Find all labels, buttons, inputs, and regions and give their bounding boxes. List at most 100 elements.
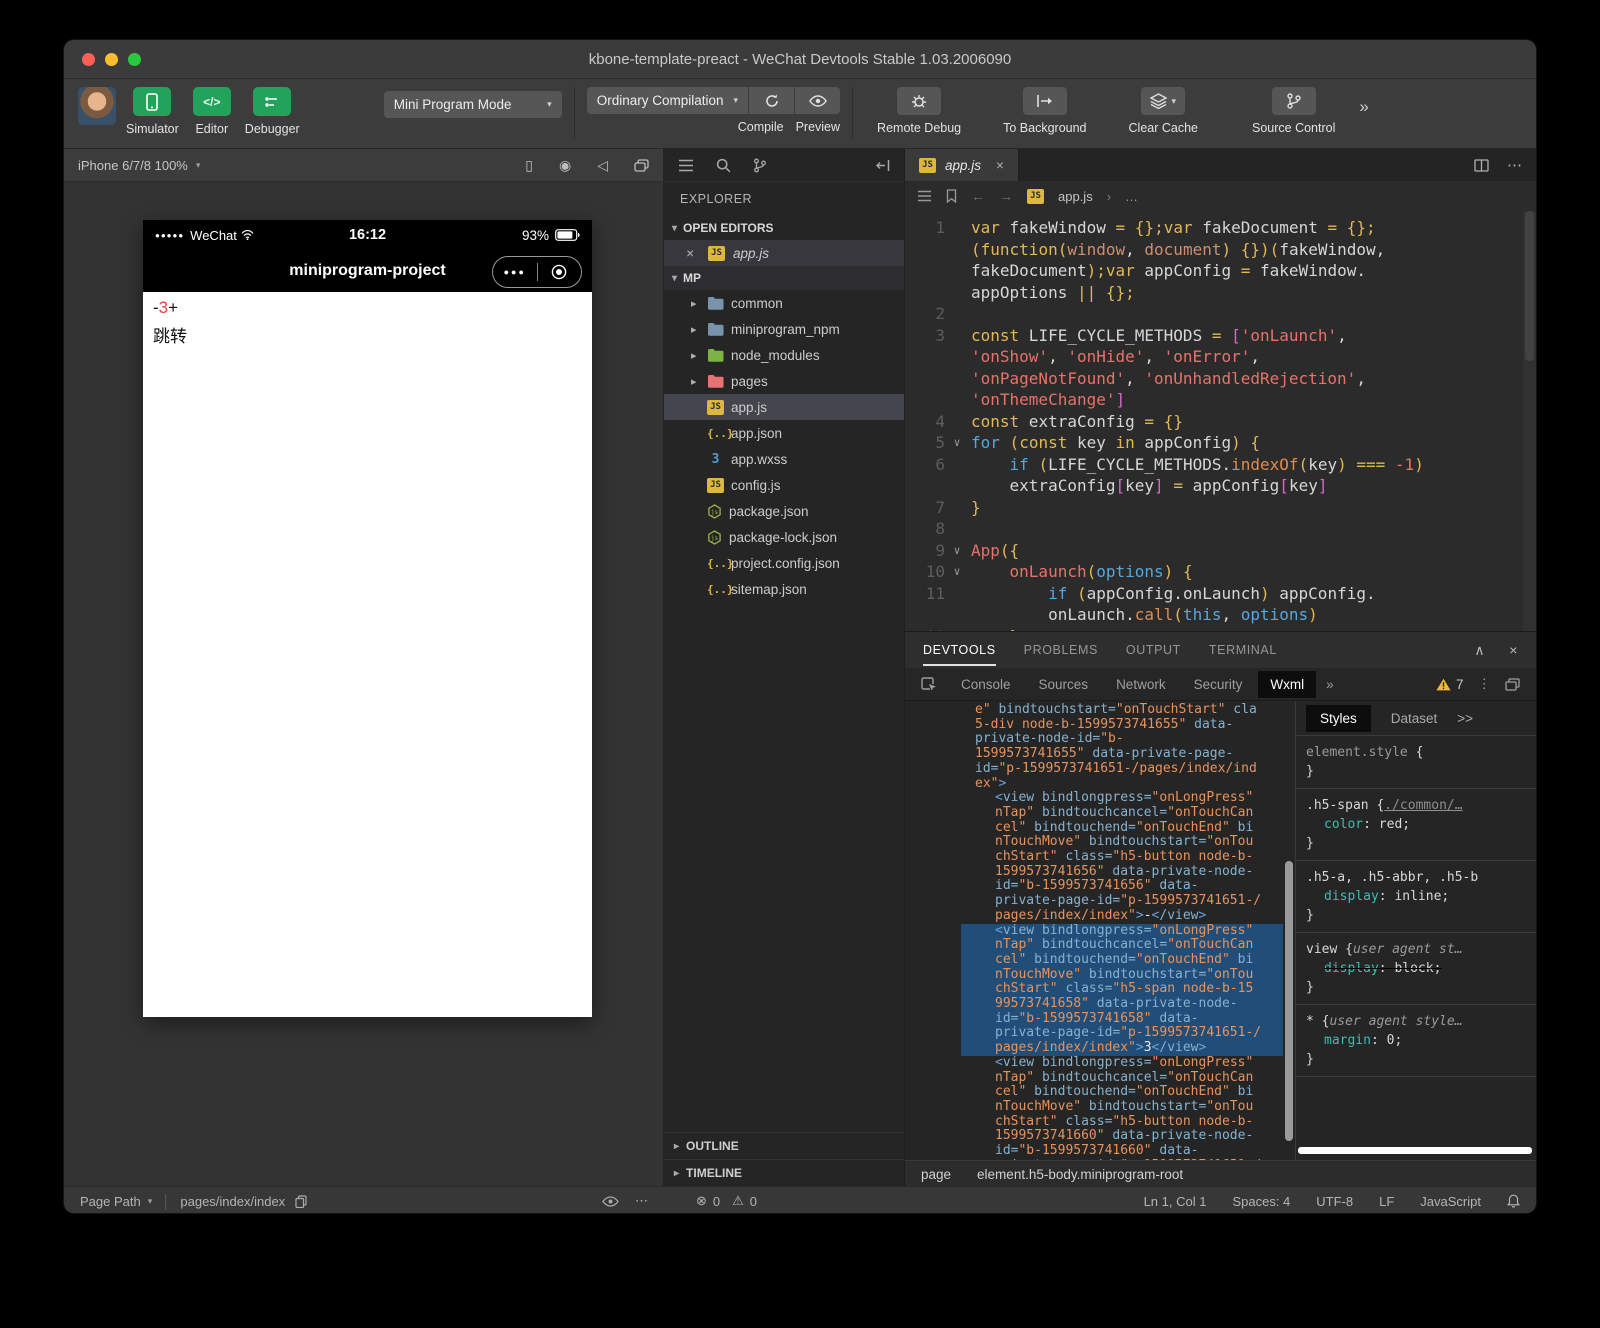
counter-plus-button[interactable]: + <box>168 298 178 317</box>
tree-item-package-lock.json[interactable]: jspackage-lock.json <box>664 524 904 550</box>
page-path-dropdown[interactable]: Page Path ▾ <box>80 1194 152 1209</box>
tree-item-sitemap.json[interactable]: {..}sitemap.json <box>664 576 904 602</box>
exit-miniprogram-button[interactable] <box>538 264 582 280</box>
rotate-device-icon[interactable]: ▯ <box>525 157 533 174</box>
chrome-tab-console[interactable]: Console <box>949 671 1023 698</box>
tree-item-pages[interactable]: ▸pages <box>664 368 904 394</box>
styles-tab-dataset[interactable]: Dataset <box>1391 711 1438 726</box>
tree-item-miniprogram_npm[interactable]: ▸miniprogram_npm <box>664 316 904 342</box>
eye-icon[interactable] <box>602 1196 619 1207</box>
outline-list-icon[interactable] <box>917 190 932 202</box>
nav-forward-icon[interactable]: → <box>999 188 1013 204</box>
collapse-panel-icon[interactable]: ∧ <box>1474 642 1485 659</box>
tab-app-js[interactable]: JS app.js × <box>905 149 1019 181</box>
fold-icon[interactable]: ∨ <box>945 540 969 562</box>
chrome-tab-sources[interactable]: Sources <box>1027 671 1101 698</box>
chrome-tab-network[interactable]: Network <box>1104 671 1178 698</box>
styles-tab-styles[interactable]: Styles <box>1306 705 1371 732</box>
bookmark-icon[interactable] <box>946 189 957 203</box>
record-icon[interactable]: ◉ <box>559 157 571 174</box>
fold-icon[interactable]: ∨ <box>945 432 969 454</box>
tree-item-app.js[interactable]: JSapp.js <box>664 394 904 420</box>
tree-item-app.json[interactable]: {..}app.json <box>664 420 904 446</box>
to-background-button[interactable]: To Background <box>1003 87 1086 135</box>
remote-debug-button[interactable]: Remote Debug <box>877 87 961 135</box>
close-panel-icon[interactable]: × <box>1509 642 1518 659</box>
editor-button[interactable]: </> Editor <box>193 87 231 136</box>
search-icon[interactable] <box>716 158 731 173</box>
wxml-node[interactable]: e" bindtouchstart="onTouchStart" cla5-di… <box>961 703 1283 791</box>
open-editor-item[interactable]: × JS app.js <box>664 240 904 266</box>
close-icon[interactable]: × <box>686 246 700 261</box>
mode-dropdown[interactable]: Mini Program Mode ▾ <box>384 91 562 118</box>
close-tab-icon[interactable]: × <box>996 158 1004 173</box>
language-mode[interactable]: JavaScript <box>1420 1194 1481 1209</box>
cursor-position[interactable]: Ln 1, Col 1 <box>1144 1194 1207 1209</box>
statusbar-more-icon[interactable]: ⋯ <box>635 1193 648 1209</box>
wxml-node[interactable]: <view bindlongpress="onLongPress"nTap" b… <box>961 1056 1283 1160</box>
copy-path-icon[interactable] <box>295 1195 307 1208</box>
style-property[interactable]: display: block; <box>1306 959 1526 978</box>
notifications-bell-icon[interactable] <box>1507 1194 1520 1208</box>
outline-section[interactable]: ▸ OUTLINE <box>664 1132 904 1159</box>
style-rule[interactable]: element.style {} <box>1296 736 1536 789</box>
compilation-mode-dropdown[interactable]: Ordinary Compilation ▾ <box>587 87 748 114</box>
simulator-button[interactable]: Simulator <box>126 87 179 136</box>
chrome-tab-security[interactable]: Security <box>1182 671 1255 698</box>
user-avatar[interactable] <box>78 87 116 125</box>
wxml-node[interactable]: <view bindlongpress="onLongPress"nTap" b… <box>961 791 1283 923</box>
devtools-tab-devtools[interactable]: DEVTOOLS <box>923 643 996 657</box>
tree-item-config.js[interactable]: JSconfig.js <box>664 472 904 498</box>
breadcrumb-page[interactable]: page <box>921 1167 951 1182</box>
warning-badge[interactable]: 7 <box>1436 677 1464 692</box>
warnings-icon[interactable]: ⚠ <box>732 1193 744 1209</box>
style-rule[interactable]: .h5-a, .h5-abbr, .h5-bdisplay: inline;} <box>1296 861 1536 933</box>
tree-item-node_modules[interactable]: ▸node_modules <box>664 342 904 368</box>
jump-link[interactable]: 跳转 <box>153 327 187 346</box>
encoding[interactable]: UTF-8 <box>1316 1194 1353 1209</box>
mute-icon[interactable]: ◁ <box>597 157 608 174</box>
errors-icon[interactable]: ⊗ <box>696 1193 707 1209</box>
style-property[interactable]: color: red; <box>1306 815 1526 834</box>
style-rule[interactable]: * {user agent style…margin: 0;} <box>1296 1005 1536 1077</box>
project-root-section[interactable]: ▾ MP <box>664 266 904 290</box>
stylesheet-link[interactable]: ./common/… <box>1384 798 1462 813</box>
devtools-tab-problems[interactable]: PROBLEMS <box>1024 643 1098 657</box>
editor-more-icon[interactable]: ⋯ <box>1507 156 1522 174</box>
preview-button[interactable] <box>795 87 840 114</box>
wxml-element-tree[interactable]: e" bindtouchstart="onTouchStart" cla5-di… <box>905 701 1283 1160</box>
devtools-tab-output[interactable]: OUTPUT <box>1126 643 1181 657</box>
tree-item-project.config.json[interactable]: {..}project.config.json <box>664 550 904 576</box>
dock-side-icon[interactable] <box>1505 678 1520 691</box>
code-editor[interactable]: 12345∨6789∨10∨1112 var fakeWindow = {};v… <box>905 211 1536 631</box>
toolbar-more-button[interactable]: » <box>1359 97 1368 117</box>
nav-back-icon[interactable]: ← <box>971 188 985 204</box>
fold-icon[interactable]: ∨ <box>945 561 969 583</box>
clear-cache-button[interactable]: ▾ Clear Cache <box>1129 87 1198 135</box>
tree-item-common[interactable]: ▸common <box>664 290 904 316</box>
style-property[interactable]: display: inline; <box>1306 887 1526 906</box>
timeline-section[interactable]: ▸ TIMELINE <box>664 1159 904 1186</box>
indentation[interactable]: Spaces: 4 <box>1232 1194 1290 1209</box>
inspect-element-icon[interactable] <box>913 676 945 692</box>
editor-scrollbar[interactable] <box>1523 211 1536 631</box>
devtools-tab-terminal[interactable]: TERMINAL <box>1209 643 1277 657</box>
tree-item-package.json[interactable]: jspackage.json <box>664 498 904 524</box>
style-rule[interactable]: view {user agent st…display: block;} <box>1296 933 1536 1005</box>
eol[interactable]: LF <box>1379 1194 1394 1209</box>
wxml-scrollbar[interactable] <box>1283 701 1295 1160</box>
style-property[interactable]: margin: 0; <box>1306 1031 1526 1050</box>
more-menu-button[interactable]: ●●● <box>493 267 537 277</box>
multi-window-icon[interactable] <box>634 159 649 172</box>
device-selector[interactable]: iPhone 6/7/8 100% ▾ <box>78 158 200 173</box>
files-icon[interactable] <box>678 159 694 172</box>
split-editor-icon[interactable] <box>1474 159 1489 172</box>
styles-hscrollbar[interactable] <box>1298 1147 1532 1154</box>
style-rule[interactable]: .h5-span {./common/…color: red;} <box>1296 789 1536 861</box>
breadcrumb-element[interactable]: element.h5-body.miniprogram-root <box>977 1167 1183 1182</box>
devtools-menu-icon[interactable]: ⋮ <box>1478 676 1492 692</box>
source-control-button[interactable]: Source Control <box>1252 87 1335 135</box>
open-editors-section[interactable]: ▾ OPEN EDITORS <box>664 216 904 240</box>
tree-item-app.wxss[interactable]: 3app.wxss <box>664 446 904 472</box>
collapse-sidebar-icon[interactable] <box>875 159 890 172</box>
